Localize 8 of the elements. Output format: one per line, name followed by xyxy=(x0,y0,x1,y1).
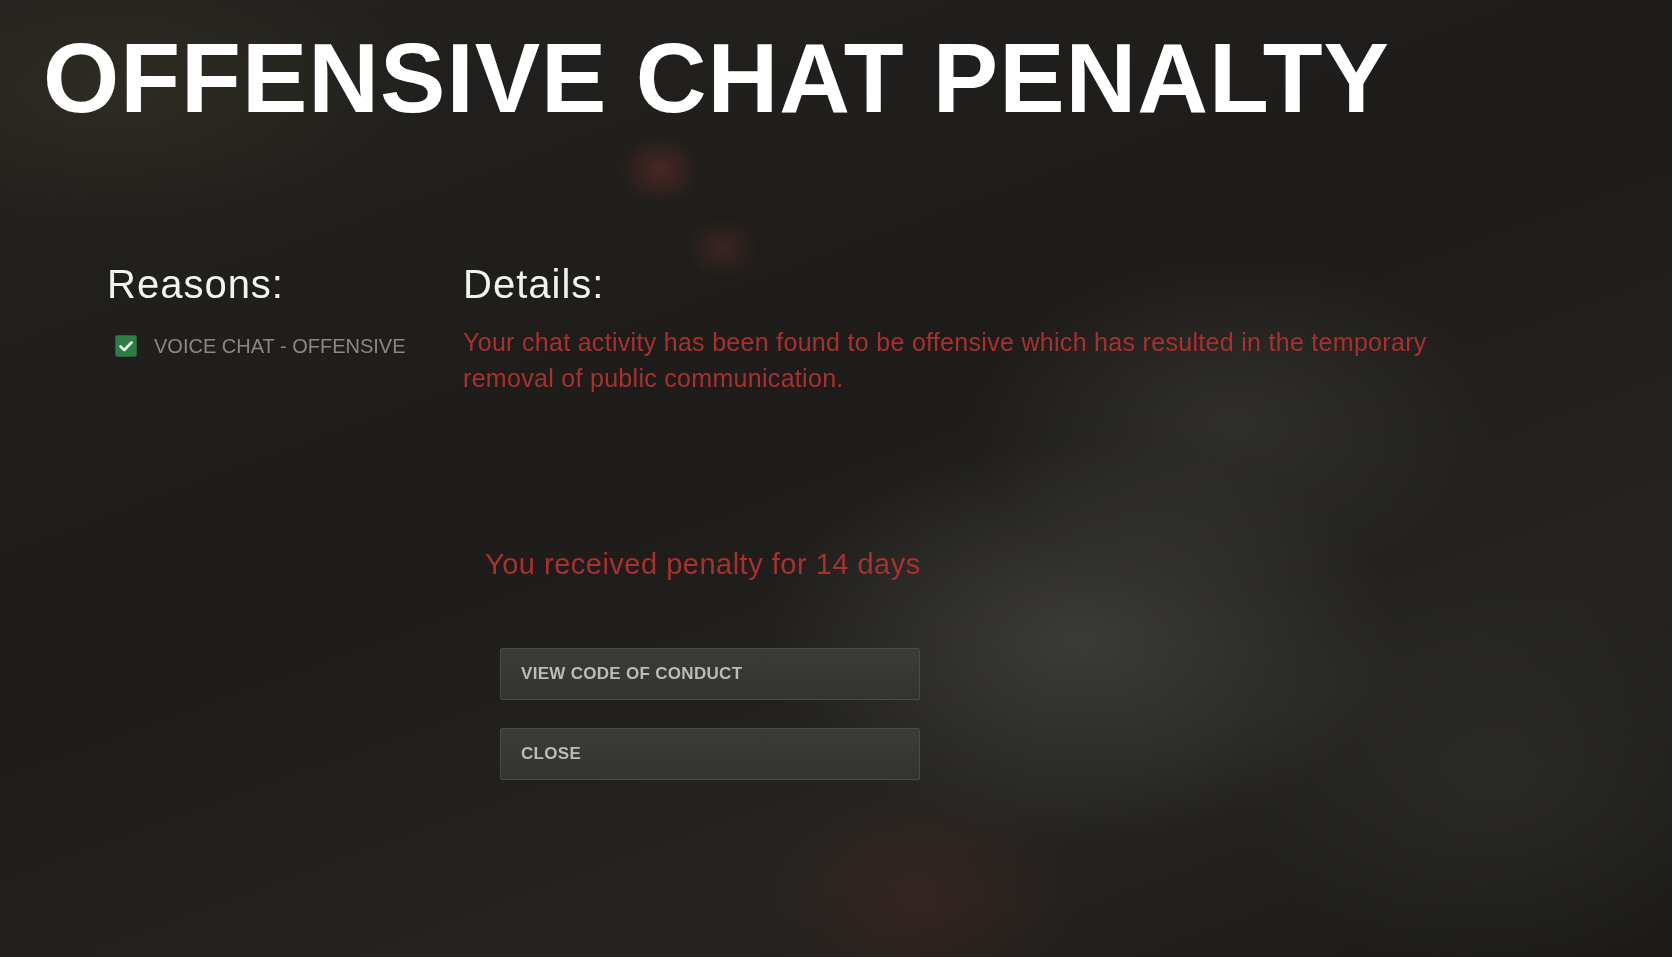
reasons-heading: Reasons: xyxy=(107,261,284,308)
details-text: Your chat activity has been found to be offensive which has resulted in the temporary removal of public communication. xyxy=(463,327,1428,394)
reason-label: VOICE CHAT - OFFENSIVE xyxy=(154,334,406,358)
menu-button[interactable]: CLOSE xyxy=(500,728,920,780)
details-heading: Details: xyxy=(463,261,605,308)
menu-button[interactable]: VIEW CODE OF CONDUCT xyxy=(500,648,920,700)
penalty-notice: You received penalty for 14 days xyxy=(485,547,921,582)
screen-title: OFFENSIVE CHAT PENALTY xyxy=(43,29,1390,127)
